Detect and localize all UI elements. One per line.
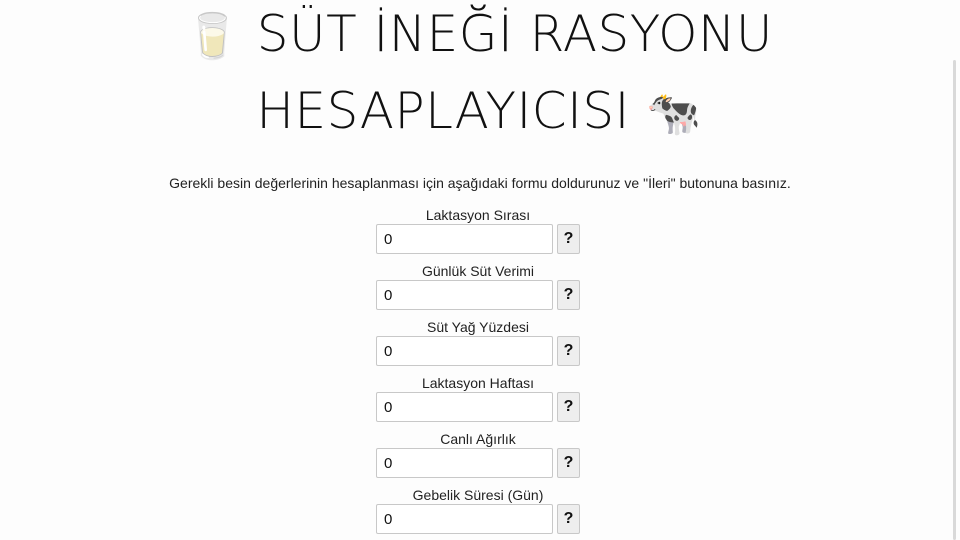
field-lactation-week: Laktasyon Haftası ?	[0, 374, 960, 430]
ration-form: Laktasyon Sırası ? Günlük Süt Verimi ? S…	[0, 206, 960, 540]
daily-milk-yield-input[interactable]	[376, 280, 553, 310]
intro-text: Gerekli besin değerlerinin hesaplanması …	[169, 175, 791, 191]
pregnancy-duration-input[interactable]	[376, 504, 553, 534]
title-text-1: SÜT İNEĞİ RASYONU	[256, 5, 773, 63]
milk-fat-percent-input[interactable]	[376, 336, 553, 366]
help-button[interactable]: ?	[557, 224, 580, 254]
title-line-1: 🥛 SÜT İNEĞİ RASYONU	[0, 2, 958, 69]
field-daily-milk-yield: Günlük Süt Verimi ?	[0, 262, 960, 318]
page-title: 🥛 SÜT İNEĞİ RASYONU HESAPLAYICISI 🐄	[0, 0, 958, 146]
lactation-week-input[interactable]	[376, 392, 553, 422]
title-line-2: HESAPLAYICISI 🐄	[0, 79, 958, 146]
help-button[interactable]: ?	[557, 504, 580, 534]
help-button[interactable]: ?	[557, 392, 580, 422]
field-label: Laktasyon Haftası	[421, 375, 535, 391]
field-label: Günlük Süt Verimi	[421, 263, 535, 279]
page: 🥛 SÜT İNEĞİ RASYONU HESAPLAYICISI 🐄 Gere…	[0, 0, 960, 540]
help-button[interactable]: ?	[557, 448, 580, 478]
field-label: Süt Yağ Yüzdesi	[427, 319, 529, 335]
help-button[interactable]: ?	[557, 336, 580, 366]
field-live-weight: Canlı Ağırlık ?	[0, 430, 960, 486]
help-button[interactable]: ?	[557, 280, 580, 310]
field-lactation-number: Laktasyon Sırası ?	[0, 206, 960, 262]
field-label: Canlı Ağırlık	[440, 431, 516, 447]
lactation-number-input[interactable]	[376, 224, 553, 254]
cow-icon: 🐄	[646, 88, 702, 139]
field-label: Laktasyon Sırası	[425, 207, 531, 223]
scrollbar[interactable]	[953, 60, 956, 540]
title-text-2: HESAPLAYICISI	[256, 82, 630, 140]
field-milk-fat-percent: Süt Yağ Yüzdesi ?	[0, 318, 960, 374]
field-pregnancy-duration: Gebelik Süresi (Gün) ?	[0, 486, 960, 540]
field-label: Gebelik Süresi (Gün)	[412, 487, 544, 503]
live-weight-input[interactable]	[376, 448, 553, 478]
milk-glass-icon: 🥛	[185, 11, 241, 62]
